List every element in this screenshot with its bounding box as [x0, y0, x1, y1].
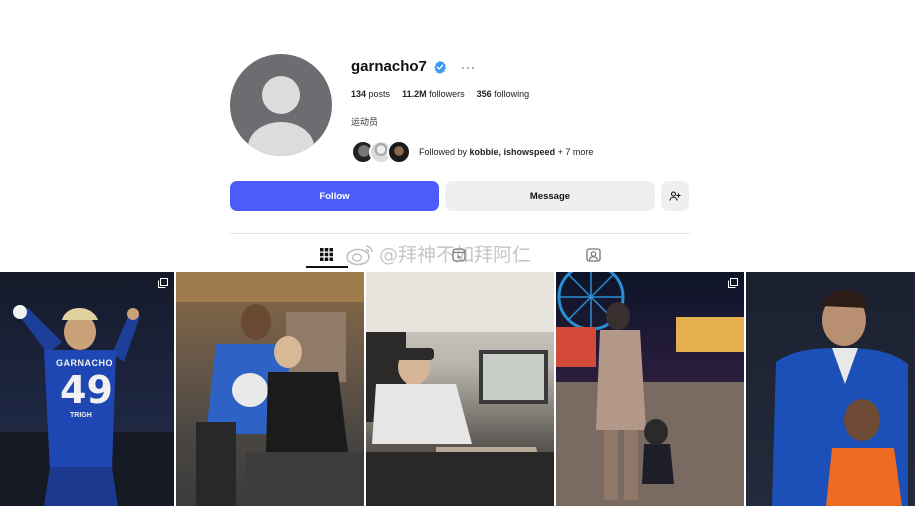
grid-icon[interactable] — [320, 248, 333, 261]
posts-count: 134 — [351, 89, 367, 99]
post-thumbnail[interactable] — [746, 272, 915, 506]
jersey-number: 49 — [60, 368, 113, 412]
post-thumbnail[interactable] — [556, 272, 744, 506]
followed-by-row[interactable]: Followed by kobbie, ishowspeed + 7 more — [351, 140, 593, 164]
username: garnacho7 — [351, 58, 427, 75]
follow-button[interactable]: Follow — [230, 181, 439, 211]
followed-by-more: + 7 more — [557, 147, 594, 157]
tagged-icon[interactable] — [586, 248, 601, 262]
followed-by-prefix: Followed by — [419, 147, 468, 157]
jersey-sponsor: TRIGH — [70, 412, 92, 419]
weibo-icon — [346, 244, 373, 265]
avatar-placeholder-body — [248, 122, 314, 156]
suggest-user-button[interactable] — [661, 181, 689, 211]
avatar-placeholder-head — [262, 76, 300, 114]
followed-by-text: Followed by kobbie, ishowspeed + 7 more — [419, 147, 593, 157]
active-tab-indicator — [306, 266, 348, 268]
follower-avatar — [387, 140, 411, 164]
followers-stat[interactable]: 11.2M followers — [402, 89, 465, 99]
national-team-photo — [772, 289, 908, 506]
profile-avatar[interactable] — [230, 54, 332, 156]
followers-count: 11.2M — [402, 89, 427, 99]
profile-bio: 运动员 — [351, 117, 379, 127]
posts-stat[interactable]: 134 posts — [351, 89, 390, 99]
following-count: 356 — [476, 89, 492, 99]
verified-badge-icon — [434, 60, 446, 74]
watermark-text: @拜神不如拜阿仁 — [379, 244, 532, 266]
add-user-icon — [669, 191, 681, 201]
following-label: following — [494, 89, 530, 99]
followed-by-names: kobbie, ishowspeed — [469, 147, 556, 157]
post-thumbnail[interactable]: GARNACHO 49 TRIGH — [0, 272, 174, 506]
followers-label: followers — [429, 89, 465, 99]
message-button[interactable]: Message — [445, 181, 655, 211]
posts-label: posts — [368, 89, 391, 99]
funfair-night-photo — [556, 272, 744, 506]
post-thumbnail[interactable] — [176, 272, 364, 506]
more-options-icon[interactable]: ··· — [461, 60, 476, 74]
following-stat[interactable]: 356 following — [477, 89, 530, 99]
profile-stats: 134 posts 11.2M followers 356 following — [351, 89, 529, 99]
username-row: garnacho7 ··· — [351, 58, 476, 75]
tabs-divider — [230, 233, 690, 234]
post-thumbnail[interactable] — [366, 272, 554, 506]
locker-room-photo — [176, 272, 364, 506]
jersey-name: GARNACHO — [56, 358, 113, 368]
van-interior-photo — [366, 272, 554, 506]
profile-page: garnacho7 ··· 134 posts 11.2M followers … — [0, 0, 915, 506]
watermark: @拜神不如拜阿仁 — [345, 240, 531, 267]
